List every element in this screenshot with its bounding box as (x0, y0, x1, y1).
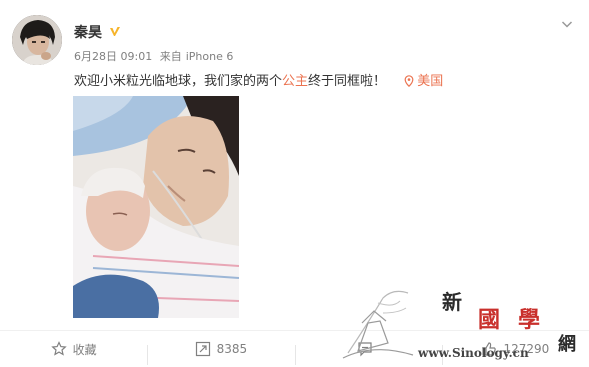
verified-icon (110, 27, 120, 36)
post-time[interactable]: 6月28日 09:01 (74, 50, 152, 63)
comment-button[interactable] (294, 341, 442, 365)
location-label: 美国 (417, 74, 444, 89)
post-source[interactable]: iPhone 6 (186, 50, 234, 63)
post-text: 欢迎小米粒光临地球，我们家的两个公主终于同框啦！ 美国 (74, 70, 443, 89)
post-text-part1: 欢迎小米粒光临地球，我们家的两个 (74, 74, 283, 89)
thumbs-up-icon (482, 342, 497, 356)
favorite-button[interactable]: 收藏 (0, 341, 147, 358)
repost-count: 8385 (216, 342, 248, 356)
user-name[interactable]: 秦昊 (74, 22, 102, 42)
chevron-down-icon[interactable] (561, 18, 573, 30)
post-text-part2: 终于同框啦！ (308, 74, 387, 89)
repost-icon (195, 341, 210, 357)
photo-mother-newborn (73, 96, 239, 318)
like-count: 127290 (503, 342, 550, 356)
location-link[interactable]: 美国 (404, 74, 443, 89)
location-pin-icon (404, 75, 414, 88)
action-toolbar: 收藏 8385 127290 (0, 330, 589, 367)
favorite-label: 收藏 (72, 342, 97, 357)
star-icon (50, 341, 67, 356)
like-button[interactable]: 127290 (441, 341, 589, 365)
post-photo[interactable] (73, 96, 239, 318)
repost-button[interactable]: 8385 (147, 341, 294, 365)
source-prefix: 来自 (159, 50, 182, 63)
avatar-image (12, 15, 62, 65)
comment-icon (358, 342, 372, 357)
post-meta: 6月28日 09:01 来自 iPhone 6 (74, 48, 237, 64)
post-highlight: 公主 (282, 74, 309, 89)
watermark-char-xin: 新 (442, 290, 462, 314)
avatar[interactable] (12, 15, 62, 65)
